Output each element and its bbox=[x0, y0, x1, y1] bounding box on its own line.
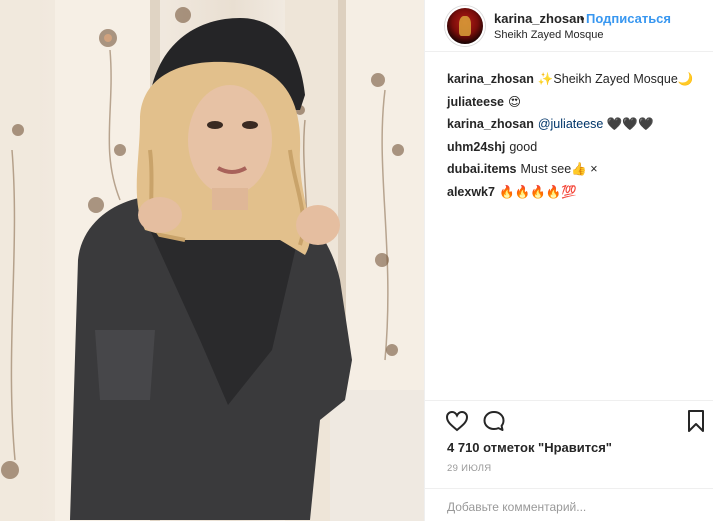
comment-item: dubai.items Must see👍 × bbox=[447, 162, 707, 185]
comment-text: Must see👍 × bbox=[520, 162, 598, 176]
avatar[interactable] bbox=[445, 6, 485, 46]
comment-username[interactable]: alexwk7 bbox=[447, 185, 495, 199]
comment-text: ✨Sheikh Zayed Mosque🌙 bbox=[537, 72, 694, 86]
comment-text: 😍 bbox=[507, 94, 522, 109]
comment-mention[interactable]: @juliateese bbox=[538, 117, 604, 131]
comment-bubble-icon[interactable] bbox=[482, 410, 506, 432]
comment-item: juliateese 😍 bbox=[447, 95, 707, 118]
comment-username[interactable]: karina_zhosan bbox=[447, 117, 534, 131]
comments-list: karina_zhosan ✨Sheikh Zayed Mosque🌙 julia… bbox=[447, 72, 707, 207]
comment-item: karina_zhosan @juliateese 🖤🖤🖤 bbox=[447, 117, 707, 140]
photo-illustration bbox=[0, 0, 424, 521]
post-photo[interactable] bbox=[0, 0, 424, 521]
post-header: karina_zhosan • Подписаться Sheikh Zayed… bbox=[425, 0, 713, 52]
comment-item: alexwk7 🔥🔥🔥🔥💯 bbox=[447, 185, 707, 208]
bookmark-icon[interactable] bbox=[687, 409, 705, 433]
follow-button[interactable]: Подписаться bbox=[586, 11, 671, 26]
comment-item: uhm24shj good bbox=[447, 140, 707, 163]
comment-text: good bbox=[509, 139, 538, 154]
comment-text: 🔥🔥🔥🔥💯 bbox=[498, 184, 577, 199]
likes-count[interactable]: 4 710 отметок "Нравится" bbox=[447, 440, 612, 455]
heart-icon[interactable] bbox=[445, 410, 469, 432]
comment-username[interactable]: uhm24shj bbox=[447, 140, 505, 154]
comment-username[interactable]: juliateese bbox=[447, 95, 504, 109]
post-details-panel: karina_zhosan • Подписаться Sheikh Zayed… bbox=[424, 0, 713, 521]
header-separator: • bbox=[580, 11, 585, 26]
action-bar bbox=[425, 400, 713, 441]
author-username[interactable]: karina_zhosan bbox=[494, 11, 584, 26]
comment-input[interactable] bbox=[445, 497, 704, 517]
add-comment-section bbox=[425, 488, 713, 521]
post-date: 29 ИЮЛЯ bbox=[447, 463, 492, 474]
comment-username[interactable]: karina_zhosan bbox=[447, 72, 534, 86]
comment-text: 🖤🖤🖤 bbox=[606, 117, 654, 131]
location-link[interactable]: Sheikh Zayed Mosque bbox=[494, 29, 603, 41]
comment-username[interactable]: dubai.items bbox=[447, 162, 516, 176]
comment-item: karina_zhosan ✨Sheikh Zayed Mosque🌙 bbox=[447, 72, 707, 95]
